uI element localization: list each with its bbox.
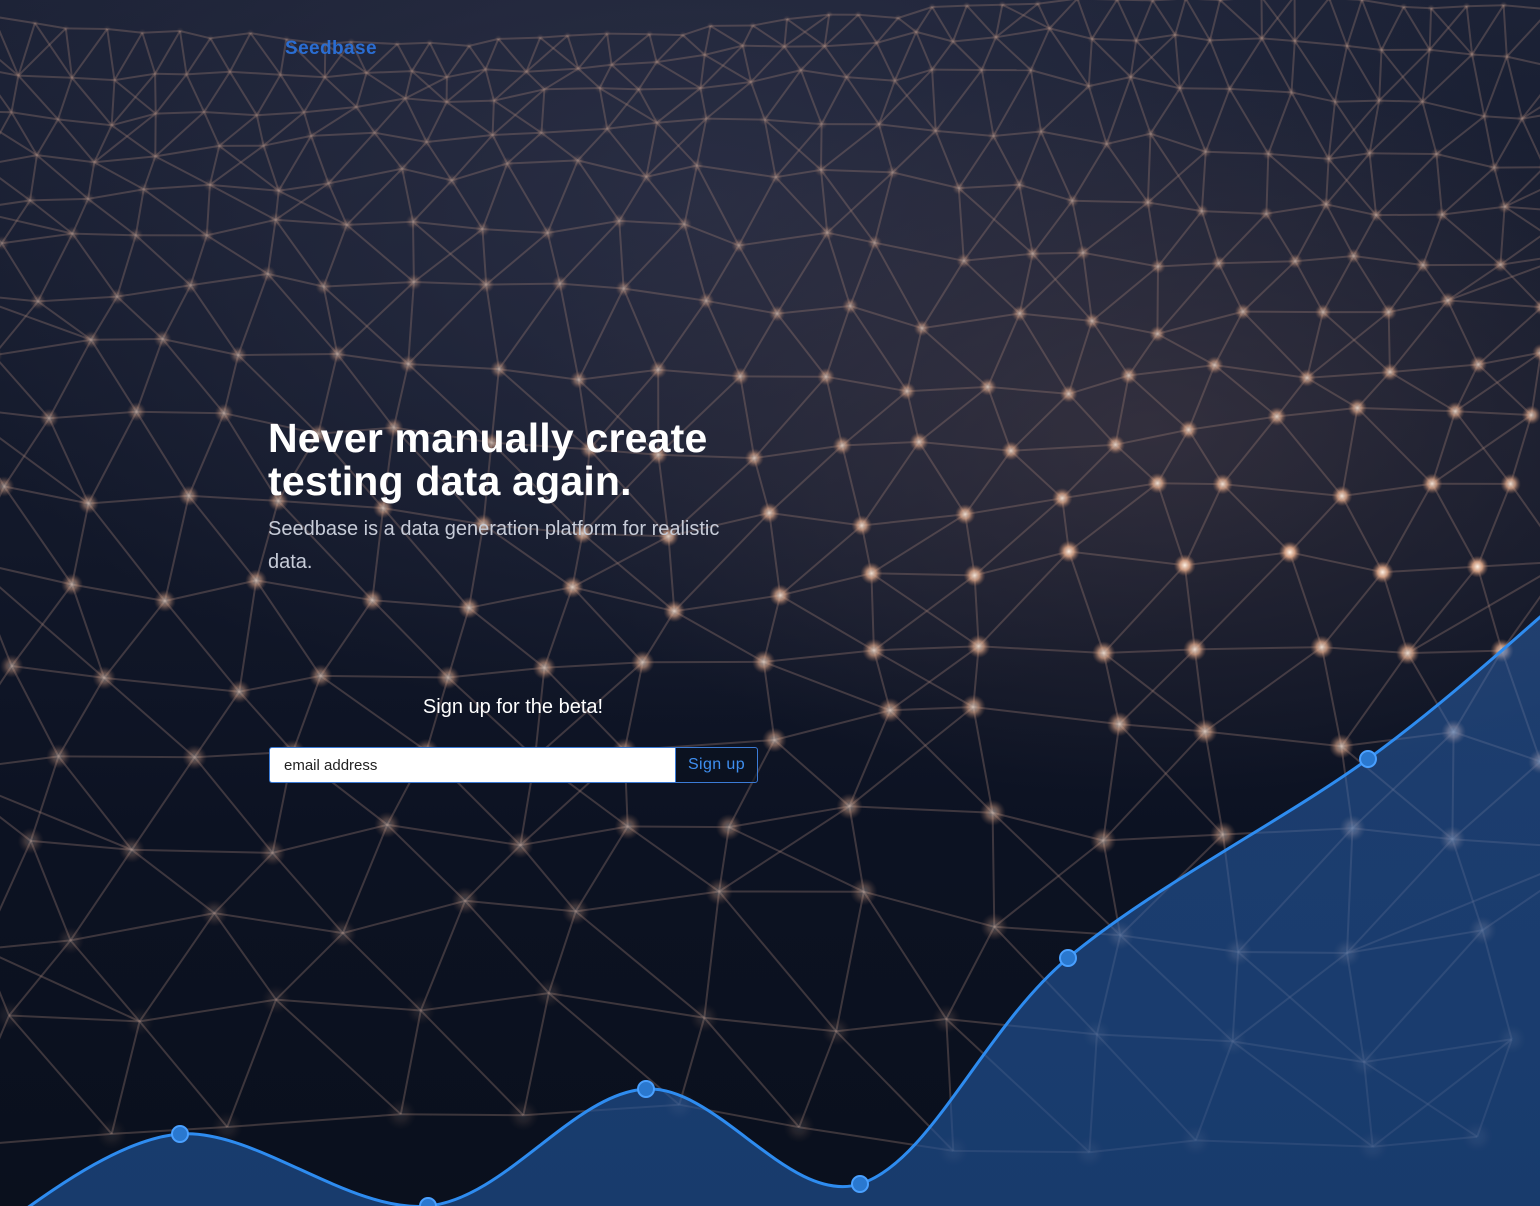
hero-title: Never manually create testing data again…	[268, 415, 708, 504]
trend-point	[637, 1080, 655, 1098]
signup-form: Sign up	[269, 747, 758, 783]
hero-subtitle: Seedbase is a data generation platform f…	[268, 518, 720, 573]
network-mesh-graphic	[0, 0, 1540, 1206]
email-input[interactable]	[269, 747, 675, 783]
signup-button[interactable]: Sign up	[675, 747, 758, 783]
trend-point	[419, 1197, 437, 1206]
trend-point	[851, 1175, 869, 1193]
signup-label: Sign up for the beta!	[422, 696, 604, 718]
trend-point	[1359, 750, 1377, 768]
trend-point	[1059, 949, 1077, 967]
brand-logo[interactable]: Seedbase	[285, 38, 377, 60]
trend-point	[171, 1125, 189, 1143]
